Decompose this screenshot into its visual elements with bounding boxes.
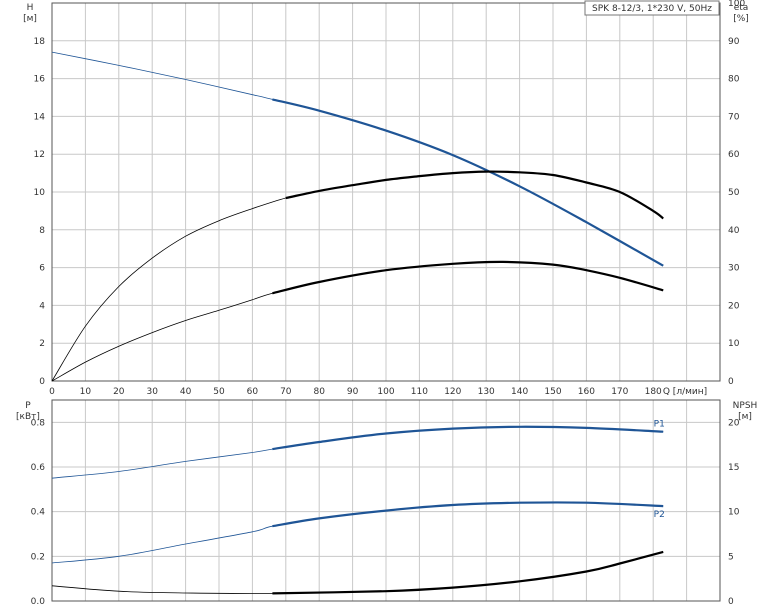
curve-npsh-duty [272,550,664,595]
x-tick-label: 120 [444,387,461,397]
y-tick-label: 0.4 [31,508,46,518]
bottom-y-tick-labels: 0.00.20.40.60.8 [31,418,46,607]
y-axis-label-H: H [27,3,34,13]
x-tick-label: 30 [146,387,158,397]
y-tick-label: 18 [34,37,46,47]
top-curves [51,51,664,382]
y2-tick-label: 15 [728,463,739,473]
y2-tick-label: 60 [728,150,740,160]
x-tick-label: 90 [347,387,359,397]
y2-tick-label: 10 [728,339,740,349]
y2-tick-label: 40 [728,226,740,236]
x-tick-label: 70 [280,387,292,397]
y-tick-label: 4 [39,301,45,311]
y2-tick-label: 50 [728,188,740,198]
x-tick-label: 0 [49,387,55,397]
x-tick-label: 140 [511,387,528,397]
x-tick-label: 170 [611,387,628,397]
y-axis-label-P: P [25,401,31,411]
y-tick-label: 0.0 [31,597,46,607]
y-tick-label: 0.2 [31,552,45,562]
y2-tick-label: 5 [728,552,734,562]
y-tick-label: 14 [34,112,46,122]
chart-title: SPK 8-12/3, 1*230 V, 50Hz [592,4,712,14]
y2-tick-label: 90 [728,37,740,47]
x-tick-label: 130 [478,387,495,397]
y-tick-label: 0 [39,377,45,387]
y2-tick-label: 70 [728,112,740,122]
curve-h-duty [272,98,664,267]
y2-tick-label: 30 [728,264,740,274]
curve-eta-full [51,171,664,382]
top-y-tick-labels: 0 2 4 6 8 10 12 14 16 18 [34,37,46,387]
x-tick-label: 50 [213,387,225,397]
bottom-curves [51,425,664,595]
x-tick-label: 160 [578,387,595,397]
y-tick-label: 6 [39,264,45,274]
y2-tick-label: 10 [728,508,740,518]
y-axis-unit-P: [кВт] [16,412,40,422]
series-label-p2: P2 [654,510,665,520]
x-tick-label: 40 [180,387,192,397]
curve-eta-duty [285,170,664,220]
y2-tick-label: 0 [728,597,734,607]
y2-tick-label: 80 [728,75,740,85]
x-axis-label-Q: Q [л/мин] [663,387,707,397]
y-tick-label: 0.6 [31,463,46,473]
y2-axis-label-NPSH: NPSH [733,401,758,411]
x-tick-label: 60 [247,387,259,397]
curve-h-full [51,51,664,267]
y-axis-unit-H: [м] [23,14,37,24]
power-npsh-panel: 0.00.20.40.60.8 05101520 P1P2 P [кВт] NP… [16,399,758,607]
x-tick-label: 10 [80,387,92,397]
y-tick-label: 2 [39,339,45,349]
curve-p2-duty [272,501,664,528]
series-label-p1: P1 [654,420,665,430]
curve-p1-full [51,426,664,479]
x-tick-label: 80 [313,387,325,397]
curve-eta_pump-full [51,261,664,382]
top-y2-tick-labels: 0102030405060708090100 [728,0,745,387]
curve-eta_pump-duty [272,260,664,295]
x-tick-label: 110 [411,387,428,397]
top-x-tick-labels: 0 10 20 30 40 50 60 70 80 90 100 110 120 130 140 150 160… [49,387,662,397]
y2-axis-unit-NPSH: [м] [738,412,752,422]
y-tick-label: 10 [34,188,46,198]
y-tick-label: 8 [39,226,45,236]
y2-tick-label: 20 [728,301,740,311]
bottom-y2-tick-labels: 05101520 [728,418,740,607]
y-tick-label: 16 [34,75,46,85]
curve-p1-duty [272,425,664,451]
y2-axis-label-eta: eta [734,3,749,13]
y2-axis-unit-eta: [%] [733,14,749,24]
y2-tick-label: 0 [728,377,734,387]
y-tick-label: 12 [34,150,45,160]
x-tick-label: 180 [645,387,662,397]
head-efficiency-panel: 0 10 20 30 40 50 60 70 80 90 100 110 120 130 140 150 160… [23,0,749,397]
x-tick-label: 150 [544,387,561,397]
curve-npsh-full [51,551,664,594]
pump-performance-chart: 0 10 20 30 40 50 60 70 80 90 100 110 120 130 140 150 160… [16,0,758,607]
x-tick-label: 20 [113,387,125,397]
x-tick-label: 100 [377,387,394,397]
